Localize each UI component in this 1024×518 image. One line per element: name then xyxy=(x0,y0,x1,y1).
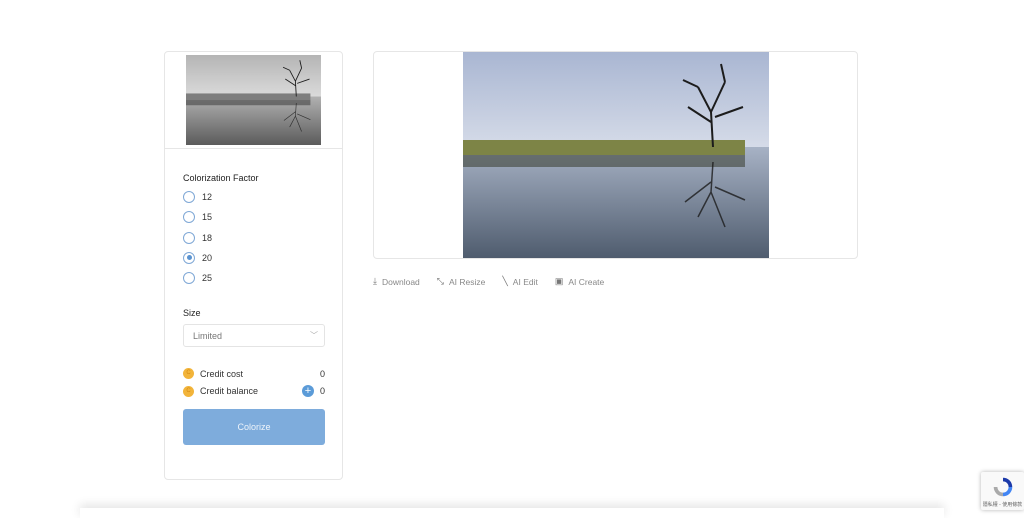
factor-option-15[interactable]: 15 xyxy=(183,211,213,224)
thumbnail-image xyxy=(186,55,321,145)
radio-button[interactable] xyxy=(183,272,195,285)
radio-button[interactable] xyxy=(183,191,195,203)
chevron-down-icon: ﹀ xyxy=(310,331,318,340)
radio-button[interactable] xyxy=(183,211,195,224)
credit-cost-label: Credit cost xyxy=(200,368,244,379)
recaptcha-privacy-terms-link[interactable]: 隱私權 - 使用條款 xyxy=(982,502,1023,508)
credit-balance-value: 0 xyxy=(319,386,325,396)
wand-icon: ╲ xyxy=(502,276,508,286)
factor-option-20[interactable]: 20 xyxy=(183,251,213,264)
colorize-button[interactable]: Colorize xyxy=(183,409,325,445)
option-label: 18 xyxy=(202,232,213,243)
radio-button[interactable] xyxy=(183,231,195,244)
action-ai-edit[interactable]: ╲ AI Edit xyxy=(502,276,537,287)
factor-option-12[interactable]: 12 xyxy=(183,191,212,203)
recaptcha-logo-icon xyxy=(993,477,1013,497)
add-credits-icon[interactable]: + xyxy=(301,385,314,397)
size-label: Size xyxy=(183,308,201,318)
option-label: 12 xyxy=(202,192,213,202)
action-label: Download xyxy=(381,276,420,287)
recaptcha-badge[interactable]: 隱私權 - 使用條款 xyxy=(981,472,1024,510)
credit-cost-value: 0 xyxy=(319,368,325,379)
action-bar: ⤓ Download ⤡ AI Resize ╲ AI Edit ▣ AI Create xyxy=(373,276,621,287)
action-ai-resize[interactable]: ⤡ AI Resize xyxy=(437,276,486,287)
colorized-image xyxy=(463,52,769,258)
action-label: AI Resize xyxy=(449,276,486,287)
result-preview xyxy=(373,51,858,259)
credit-balance-row: C Credit balance + 0 xyxy=(183,385,325,397)
factor-option-18[interactable]: 18 xyxy=(183,231,213,244)
size-select[interactable]: Limited ﹀ xyxy=(183,324,325,347)
original-thumbnail xyxy=(165,52,342,149)
option-label: 20 xyxy=(202,252,213,263)
size-value: Limited xyxy=(193,331,223,341)
image-plus-icon: ▣ xyxy=(554,276,564,286)
coin-icon: C xyxy=(183,368,194,379)
factor-option-25[interactable]: 25 xyxy=(183,272,213,285)
resize-icon: ⤡ xyxy=(436,276,444,286)
footer-shadow xyxy=(80,508,944,518)
action-label: AI Create xyxy=(568,276,605,287)
coin-icon: C xyxy=(183,385,194,397)
action-download[interactable]: ⤓ Download xyxy=(373,276,420,287)
colorization-factor-label: Colorization Factor xyxy=(183,173,259,183)
option-label: 25 xyxy=(202,273,213,284)
action-label: AI Edit xyxy=(512,276,538,287)
option-label: 15 xyxy=(202,212,213,223)
credit-balance-label: Credit balance xyxy=(200,386,259,396)
radio-button[interactable] xyxy=(183,251,195,264)
action-ai-create[interactable]: ▣ AI Create xyxy=(555,276,604,287)
credit-cost-row: C Credit cost 0 xyxy=(183,368,325,379)
download-icon: ⤓ xyxy=(373,276,377,286)
settings-panel: Colorization Factor 12 15 18 20 25 Size Limi… xyxy=(164,51,343,480)
